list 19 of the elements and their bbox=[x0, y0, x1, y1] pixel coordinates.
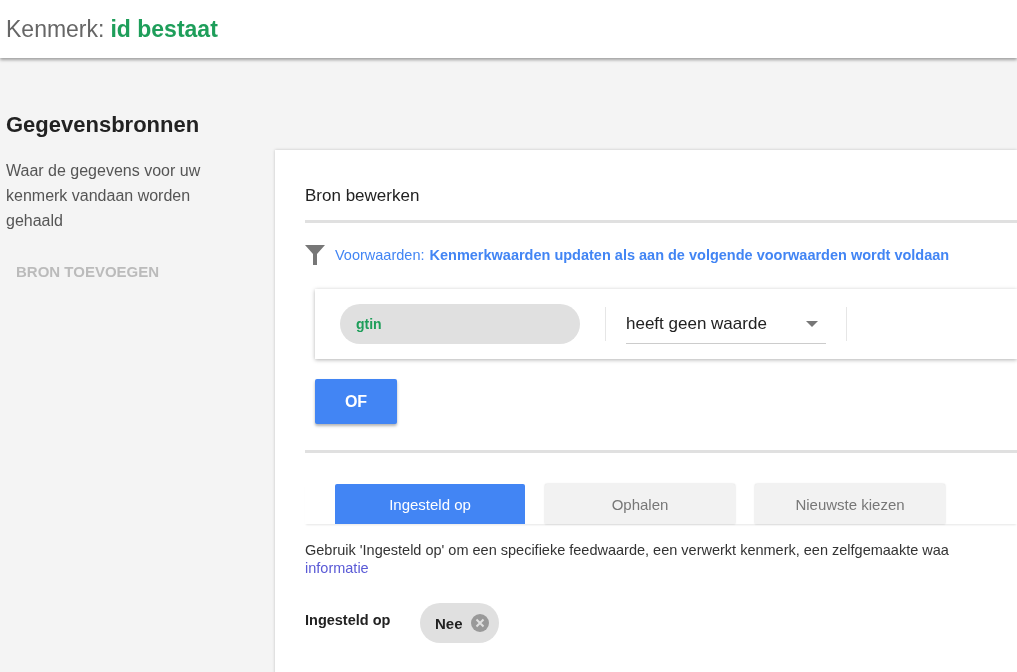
section-title: Gegevensbronnen bbox=[6, 112, 201, 138]
operator-dropdown[interactable]: heeft geen waarde bbox=[626, 304, 826, 344]
setting-label: Ingesteld op bbox=[305, 612, 392, 628]
attribute-chip[interactable]: gtin bbox=[340, 304, 580, 344]
page-title: Kenmerk: id bestaat bbox=[6, 15, 218, 43]
caret-icon bbox=[806, 320, 818, 327]
card-title: Bron bewerken bbox=[305, 150, 1017, 223]
tab[interactable]: Nieuwste kiezen bbox=[755, 484, 945, 524]
conditions-label: Voorwaarden: bbox=[335, 247, 425, 263]
remove-icon[interactable] bbox=[470, 614, 489, 632]
or-button[interactable]: OF bbox=[315, 379, 397, 424]
description-text: Gebruik 'Ingesteld op' om een specifieke feedwaarde, een verwerkt kenmerk, een zelfgemaakte waa bbox=[305, 542, 950, 558]
filter-icon bbox=[305, 245, 325, 265]
info-link[interactable]: informatie bbox=[305, 560, 369, 576]
tab[interactable]: Ingesteld op bbox=[335, 484, 525, 524]
tab[interactable]: Ophalen bbox=[545, 484, 735, 524]
section-description: Waar de gegevens voor uw kenmerk vandaan worden gehaald bbox=[6, 161, 202, 231]
conditions-text: Kenmerkwaarden updaten als aan de volgende voorwaarden wordt voldaan bbox=[429, 247, 950, 263]
value-chip[interactable]: Nee bbox=[420, 603, 499, 643]
